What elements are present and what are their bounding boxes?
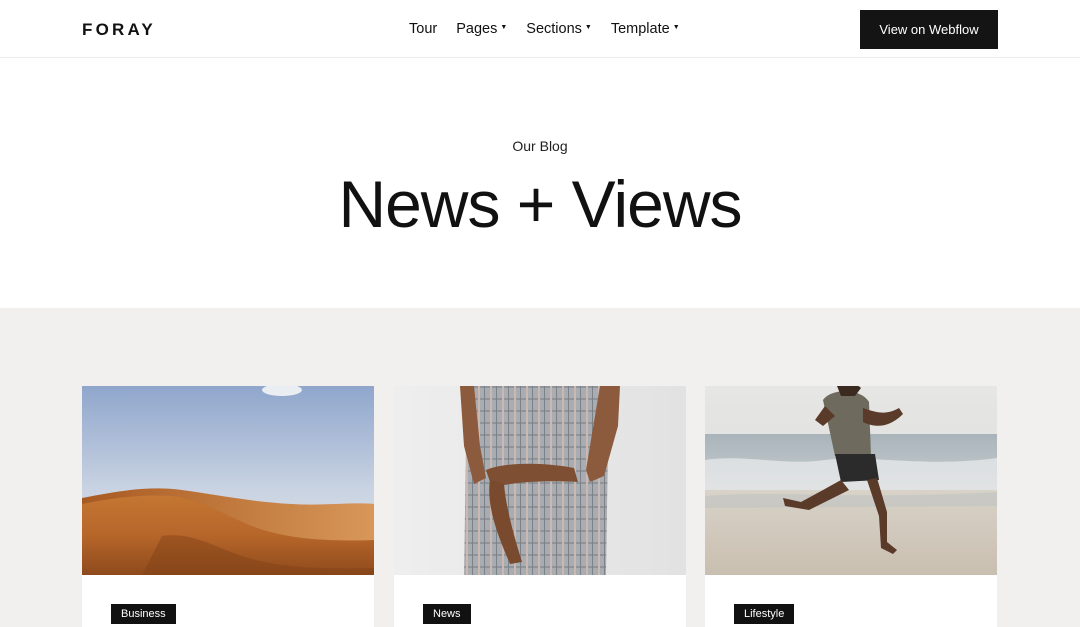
caret-down-icon: ▼ <box>584 24 592 31</box>
view-on-webflow-button[interactable]: View on Webflow <box>860 10 998 49</box>
post-card[interactable]: Business <box>82 386 374 627</box>
caret-down-icon: ▼ <box>500 24 508 31</box>
post-card[interactable]: Lifestyle <box>705 386 997 627</box>
post-card[interactable]: News <box>394 386 686 627</box>
blog-hero: Our Blog News + Views <box>0 58 1080 308</box>
nav-item-pages[interactable]: Pages ▼ <box>456 19 507 39</box>
nav-label: Sections <box>526 21 582 37</box>
nav-label: Template <box>610 21 670 37</box>
nav-item-sections[interactable]: Sections ▼ <box>526 19 592 39</box>
page-title: News + Views <box>338 167 742 241</box>
hero-eyebrow: Our Blog <box>512 138 568 154</box>
nav-item-template[interactable]: Template ▼ <box>611 19 680 39</box>
brand-logo[interactable]: FORAY <box>82 20 156 40</box>
category-tag[interactable]: News <box>423 604 471 624</box>
category-tag[interactable]: Lifestyle <box>734 604 795 624</box>
caret-down-icon: ▼ <box>672 24 680 31</box>
plaid-dress-photo[interactable] <box>394 386 686 575</box>
nav-label: Pages <box>456 21 498 37</box>
main-nav: Tour Pages ▼ Sections ▼ Template ▼ <box>409 19 680 39</box>
nav-item-tour[interactable]: Tour <box>409 19 437 39</box>
beach-runner-photo[interactable] <box>705 386 997 575</box>
desert-dunes-photo[interactable] <box>82 386 374 575</box>
category-tag[interactable]: Business <box>111 604 176 624</box>
site-header: FORAY Tour Pages ▼ Sections ▼ Template ▼… <box>0 0 1080 58</box>
post-list: Business News Lifestyle <box>0 308 1080 627</box>
nav-label: Tour <box>409 21 438 37</box>
